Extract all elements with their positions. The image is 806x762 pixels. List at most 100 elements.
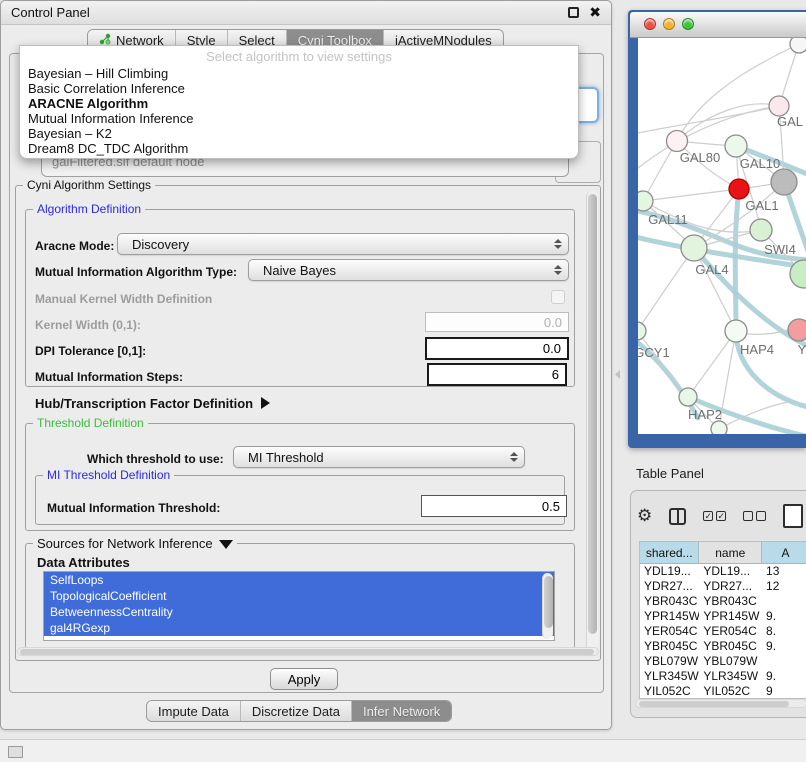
mac-zoom-icon[interactable]: [682, 18, 694, 30]
table-row[interactable]: YLR345WYLR345W9.: [640, 669, 806, 684]
tab-infer-network[interactable]: Infer Network: [352, 701, 451, 721]
tab-label: Discretize Data: [252, 704, 340, 719]
manual-kernel-label: Manual Kernel Width Definition: [35, 292, 212, 306]
network-node[interactable]: [729, 179, 749, 199]
table-cell: YPR145W: [699, 609, 762, 624]
column-header[interactable]: name: [699, 542, 762, 563]
algorithm-option[interactable]: Dream8 DC_TDC Algorithm: [20, 141, 578, 156]
network-node[interactable]: [667, 131, 688, 152]
network-node[interactable]: [725, 135, 747, 157]
network-node[interactable]: [711, 421, 727, 434]
algorithm-option[interactable]: Bayesian – Hill Climbing: [20, 66, 578, 81]
column-header[interactable]: shared...: [640, 542, 699, 563]
network-node[interactable]: [788, 319, 806, 341]
network-graph[interactable]: GALGAL80GAL10GAL1GAL11SWI4GAL4GCY1HAP4YH…: [638, 38, 806, 434]
table-file-icon[interactable]: [783, 504, 803, 528]
attribute-item[interactable]: TopologicalCoefficient: [44, 588, 554, 604]
mac-minimize-icon[interactable]: [663, 18, 675, 30]
table-row[interactable]: YBL079WYBL079W: [640, 654, 806, 669]
gear-icon[interactable]: ⚙: [637, 506, 652, 526]
dropdown-items: Bayesian – Hill ClimbingBasic Correlatio…: [20, 66, 578, 156]
select-all-checkboxes-icon[interactable]: ✓✓: [703, 511, 726, 521]
attribute-item[interactable]: gal4RGexp: [44, 620, 554, 636]
node-attribute-table[interactable]: shared...nameA YDL19...YDL19...13YDR27..…: [639, 541, 806, 699]
splitter-handle[interactable]: [615, 370, 620, 379]
tab-impute-data[interactable]: Impute Data: [147, 701, 241, 721]
hub-definition-toggle[interactable]: Hub/Transcription Factor Definition: [35, 396, 270, 411]
table-cell: YLR345W: [640, 669, 699, 684]
node-label: SWI4: [764, 242, 796, 257]
dpi-tolerance-field[interactable]: [425, 337, 569, 360]
manual-kernel-checkbox[interactable]: [551, 290, 565, 304]
table-cell: YBR043C: [640, 594, 699, 609]
algorithm-option[interactable]: ARACNE Algorithm: [20, 96, 578, 111]
table-cell: YIL052C: [640, 684, 699, 699]
deselect-all-checkboxes-icon[interactable]: [743, 511, 766, 521]
network-node[interactable]: [638, 322, 646, 340]
attribute-item[interactable]: BetweennessCentrality: [44, 604, 554, 620]
table-cell: YLR345W: [699, 669, 762, 684]
kernel-width-label: Kernel Width (0,1):: [35, 318, 141, 332]
network-node[interactable]: [769, 96, 789, 116]
table-row[interactable]: YPR145WYPR145W9.: [640, 609, 806, 624]
scrollbar-thumb[interactable]: [20, 649, 594, 655]
mi-steps-label: Mutual Information Steps:: [35, 370, 183, 384]
scrollbar-thumb[interactable]: [544, 576, 553, 628]
algorithm-option[interactable]: Basic Correlation Inference: [20, 81, 578, 96]
table-row[interactable]: YIL052CYIL052C9: [640, 684, 806, 699]
attribute-list-scrollbar[interactable]: [542, 573, 553, 639]
table-row[interactable]: YBR043CYBR043C: [640, 594, 806, 609]
network-window-titlebar[interactable]: [630, 12, 806, 38]
network-node[interactable]: [790, 38, 806, 53]
table-cell: YDR27...: [699, 579, 762, 594]
mi-steps-field[interactable]: [427, 363, 567, 386]
network-node[interactable]: [725, 320, 747, 342]
scrollbar-thumb[interactable]: [588, 194, 597, 634]
attribute-item[interactable]: SelfLoops: [44, 572, 554, 588]
scrollbar-thumb[interactable]: [639, 701, 789, 707]
table-cell: YER054C: [699, 624, 762, 639]
table-row[interactable]: YDR27...YDR27...12: [640, 579, 806, 594]
data-attributes-list[interactable]: SelfLoopsTopologicalCoefficientBetweenne…: [43, 571, 555, 641]
table-cell: YBR045C: [640, 639, 699, 654]
network-node[interactable]: [771, 169, 797, 195]
network-node[interactable]: [638, 191, 653, 211]
algorithm-option[interactable]: Mutual Information Inference: [20, 111, 578, 126]
mi-threshold-field[interactable]: [421, 495, 567, 517]
network-node[interactable]: [750, 219, 772, 241]
aracne-mode-combo[interactable]: Discovery: [117, 233, 569, 255]
columns-icon[interactable]: [669, 508, 686, 525]
close-panel-icon[interactable]: ✖: [589, 7, 601, 18]
algorithm-option[interactable]: Bayesian – K2: [20, 126, 578, 141]
float-panel-icon[interactable]: [568, 7, 579, 18]
kernel-width-field[interactable]: [425, 312, 569, 332]
settings-horizontal-scrollbar[interactable]: [17, 647, 599, 656]
table-row[interactable]: YDL19...YDL19...13: [640, 564, 806, 579]
tab-label: Impute Data: [158, 704, 229, 719]
table-cell: 8.: [762, 624, 806, 639]
settings-group-title: Cyni Algorithm Settings: [23, 178, 155, 192]
collapse-arrow-icon: [219, 540, 233, 549]
network-node[interactable]: [681, 235, 707, 261]
settings-vertical-scrollbar[interactable]: [586, 191, 598, 655]
panel-grip-icon[interactable]: [8, 746, 23, 758]
table-horizontal-scrollbar[interactable]: [635, 699, 806, 708]
table-row[interactable]: YBR045CYBR045C9.: [640, 639, 806, 654]
table-cell: YBR043C: [699, 594, 762, 609]
table-cell: 12: [762, 579, 806, 594]
table-cell: 9.: [762, 669, 806, 684]
mi-type-combo[interactable]: Naive Bayes: [248, 259, 569, 281]
sources-group-title[interactable]: Sources for Network Inference: [33, 536, 237, 551]
network-canvas[interactable]: GALGAL80GAL10GAL1GAL11SWI4GAL4GCY1HAP4YH…: [638, 38, 806, 434]
table-panel-window: ⚙ ✓✓ shared...nameA YDL19...YDL19...13YD…: [630, 490, 806, 718]
apply-button[interactable]: Apply: [270, 668, 338, 690]
mac-close-icon[interactable]: [644, 18, 656, 30]
network-node[interactable]: [679, 388, 697, 406]
stepper-arrows-icon: [554, 265, 562, 275]
which-threshold-combo[interactable]: MI Threshold: [233, 446, 525, 468]
table-header-row: shared...nameA: [640, 542, 806, 564]
data-attributes-header: Data Attributes: [37, 555, 130, 570]
table-row[interactable]: YER054CYER054C8.: [640, 624, 806, 639]
column-header[interactable]: A: [762, 542, 806, 563]
tab-discretize-data[interactable]: Discretize Data: [241, 701, 352, 721]
